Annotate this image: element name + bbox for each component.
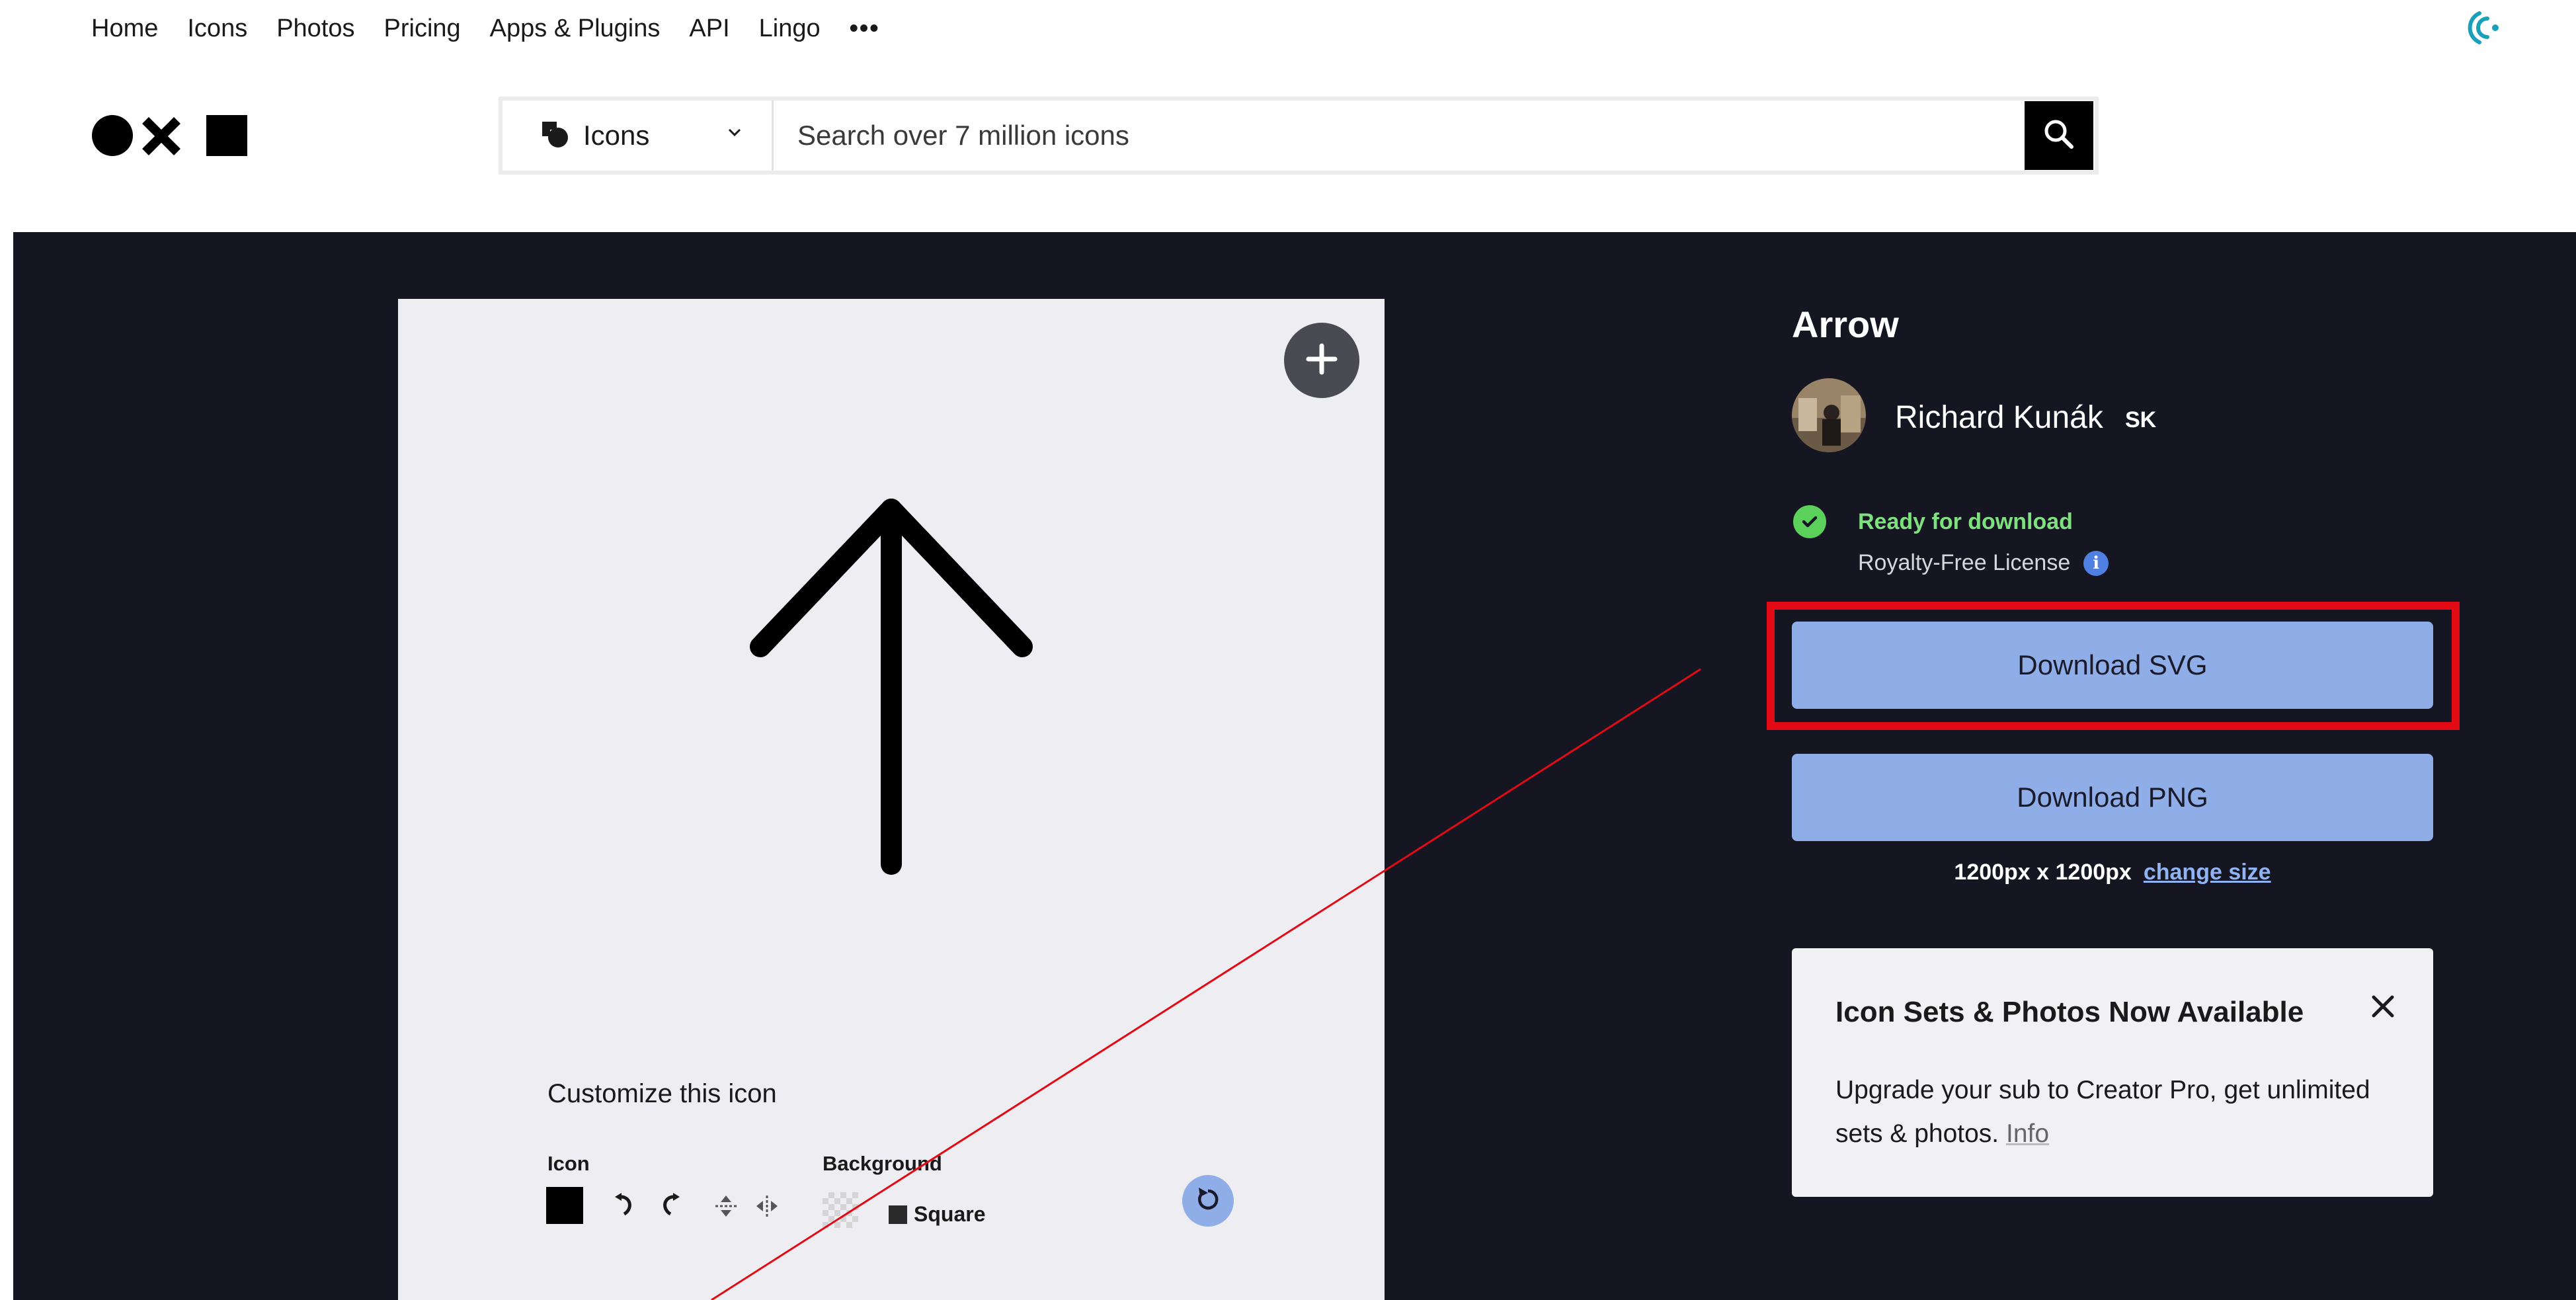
add-to-collection-button[interactable] [1284,323,1359,398]
background-shape-select[interactable]: Square [889,1202,985,1227]
nav-photos[interactable]: Photos [276,15,354,43]
nav-more-button[interactable]: ••• [850,15,880,43]
icon-color-label: Icon [547,1152,590,1175]
author-country: SK [2125,407,2157,432]
arrow-up-icon [750,499,1033,875]
search-input[interactable] [774,101,2025,171]
download-png-button[interactable]: Download PNG [1792,754,2433,841]
icon-title: Arrow [1792,304,1899,345]
nav-home[interactable]: Home [91,15,158,43]
size-info: 1200px x 1200px change size [1792,860,2433,885]
noun-project-logo[interactable] [91,114,250,157]
license-row: Royalty-Free License i [1858,550,2109,576]
download-status: Ready for download [1858,509,2073,534]
nav-lingo[interactable]: Lingo [759,15,821,43]
icon-color-swatch[interactable] [546,1187,583,1224]
promo-body: Upgrade your sub to Creator Pro, get unl… [1835,1069,2378,1156]
author-avatar[interactable] [1792,378,1866,452]
icon-preview-canvas [398,299,1385,1300]
close-icon[interactable] [2370,993,2396,1023]
nav-pricing[interactable]: Pricing [384,15,461,43]
flip-vertical-icon[interactable] [711,1193,741,1219]
license-label: Royalty-Free License [1858,550,2071,575]
nav-api[interactable]: API [689,15,729,43]
info-icon[interactable]: i [2083,550,2109,576]
nav-icons[interactable]: Icons [187,15,247,43]
square-shape-icon [889,1205,907,1224]
top-nav: Home Icons Photos Pricing Apps & Plugins… [91,12,909,45]
rotate-left-icon[interactable] [611,1190,640,1219]
search-bar: Icons [499,97,2099,175]
reset-icon [1193,1185,1223,1217]
search-button[interactable] [2025,101,2093,170]
search-type-dropdown[interactable]: Icons [503,101,774,171]
change-size-link[interactable]: change size [2144,860,2271,885]
rotate-right-icon[interactable] [655,1190,684,1219]
customize-title: Customize this icon [547,1079,777,1108]
plus-icon [1303,341,1340,381]
promo-title: Icon Sets & Photos Now Available [1835,996,2304,1028]
icons-category-icon [540,119,570,153]
reset-customization-button[interactable] [1182,1175,1234,1227]
background-color-swatch[interactable] [823,1192,858,1228]
background-label: Background [823,1152,942,1175]
size-value: 1200px x 1200px [1954,860,2132,885]
author-name-link[interactable]: Richard Kunák [1895,399,2103,436]
background-shape-label: Square [914,1202,986,1226]
promo-card: Icon Sets & Photos Now Available Upgrade… [1792,948,2433,1197]
search-type-label: Icons [583,120,650,151]
flip-horizontal-icon[interactable] [752,1193,782,1219]
check-circle-icon [1793,505,1826,538]
chevron-down-icon [727,127,743,141]
search-icon [2042,118,2075,154]
promo-info-link[interactable]: Info [2006,1119,2049,1148]
promo-text: Upgrade your sub to Creator Pro, get unl… [1835,1076,2370,1148]
highlight-box [1767,602,2460,730]
nav-apps-plugins[interactable]: Apps & Plugins [490,15,661,43]
lingo-logo-icon[interactable] [2466,9,2503,46]
